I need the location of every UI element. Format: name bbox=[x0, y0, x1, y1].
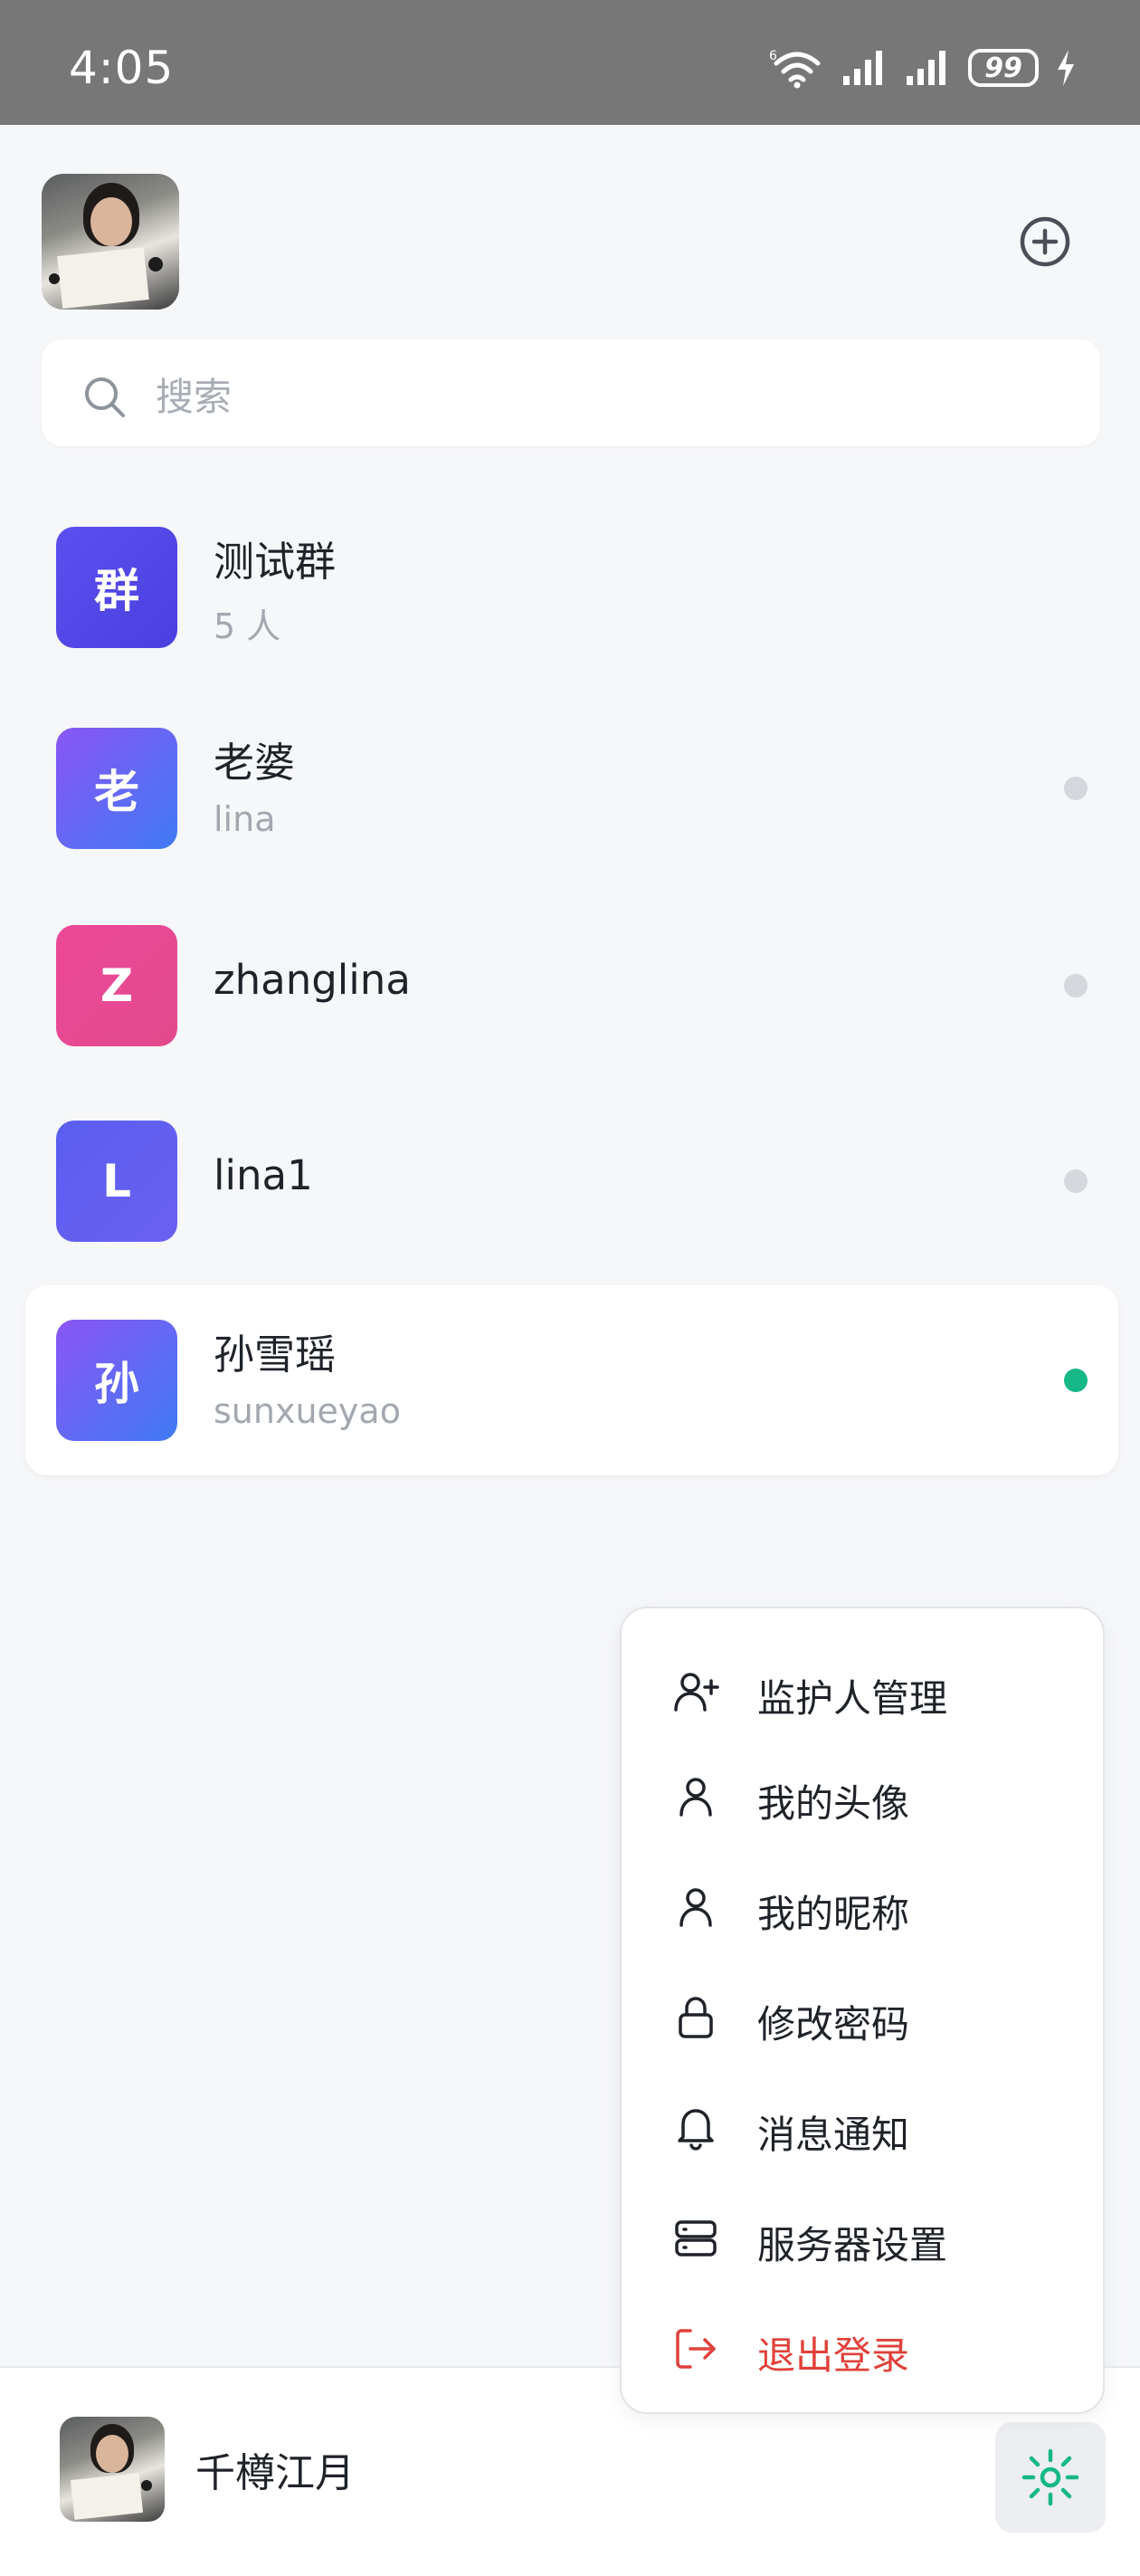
footer-avatar[interactable] bbox=[60, 2417, 165, 2522]
search-input[interactable]: 搜索 bbox=[42, 339, 1100, 446]
contact-item-zhanglina[interactable]: Z zhanglina bbox=[25, 891, 1118, 1081]
contact-item-lina1[interactable]: L lina1 bbox=[25, 1086, 1118, 1276]
menu-item-label: 退出登录 bbox=[757, 2333, 910, 2378]
contact-avatar: 老 bbox=[56, 728, 177, 849]
lock-icon bbox=[679, 1997, 713, 2038]
gear-icon bbox=[1021, 2448, 1079, 2506]
contact-avatar: L bbox=[56, 1121, 177, 1242]
status-time: 4:05 bbox=[69, 42, 175, 94]
menu-item-label: 监护人管理 bbox=[757, 1676, 948, 1721]
footer-username: 千樽江月 bbox=[195, 2450, 355, 2496]
contact-name: 测试群 bbox=[214, 538, 337, 586]
signal-icon-2 bbox=[907, 51, 945, 85]
profile-avatar[interactable] bbox=[42, 174, 179, 310]
wifi-icon: 6 bbox=[769, 49, 821, 89]
status-dot-online bbox=[1064, 1369, 1088, 1392]
contact-item-test-group[interactable]: 群 测试群 5 人 bbox=[25, 492, 1118, 682]
settings-menu: 监护人管理 我的头像 我的昵称 修改密码 消息通知 服务器设置 退出登录 bbox=[620, 1607, 1105, 2414]
contact-item-sunxueyao[interactable]: 孙 孙雪瑶 sunxueyao bbox=[25, 1285, 1118, 1475]
contact-subtitle: lina bbox=[214, 799, 276, 839]
bell-icon bbox=[678, 2109, 714, 2151]
status-dot-offline bbox=[1064, 1169, 1088, 1193]
search-placeholder: 搜索 bbox=[156, 375, 233, 419]
contact-avatar: Z bbox=[56, 925, 177, 1046]
battery-indicator: 99 bbox=[968, 49, 1039, 87]
contact-item-wife[interactable]: 老 老婆 lina bbox=[25, 693, 1118, 883]
signal-icon-1 bbox=[843, 51, 882, 85]
charging-icon bbox=[1058, 50, 1074, 86]
search-icon bbox=[85, 377, 125, 417]
user-icon bbox=[679, 1778, 712, 1817]
menu-item-label: 修改密码 bbox=[757, 2002, 910, 2046]
contact-name: 老婆 bbox=[214, 739, 296, 787]
user-icon bbox=[679, 1888, 712, 1927]
menu-item-notifications[interactable]: 消息通知 bbox=[622, 2077, 1103, 2177]
contact-name: 孙雪瑶 bbox=[214, 1331, 337, 1379]
status-dot-offline bbox=[1064, 777, 1088, 800]
settings-button[interactable] bbox=[995, 2422, 1106, 2533]
menu-item-guardian-management[interactable]: 监护人管理 bbox=[622, 1641, 1103, 1741]
menu-item-label: 我的头像 bbox=[757, 1781, 910, 1826]
menu-item-my-avatar[interactable]: 我的头像 bbox=[622, 1746, 1103, 1846]
status-dot-offline bbox=[1064, 974, 1088, 997]
server-icon bbox=[675, 2220, 717, 2256]
contact-avatar: 群 bbox=[56, 527, 177, 648]
contact-name: zhanglina bbox=[214, 956, 411, 1004]
status-bar: 4:05 6 99 bbox=[0, 0, 1140, 125]
contact-subtitle: sunxueyao bbox=[214, 1391, 401, 1431]
user-plus-icon bbox=[674, 1673, 719, 1712]
menu-item-label: 服务器设置 bbox=[757, 2223, 948, 2267]
menu-item-label: 我的昵称 bbox=[757, 1892, 910, 1936]
status-icons: 6 99 bbox=[769, 45, 1077, 91]
menu-item-change-password[interactable]: 修改密码 bbox=[622, 1967, 1103, 2066]
logout-icon bbox=[676, 2329, 716, 2369]
add-button[interactable] bbox=[1017, 214, 1073, 270]
battery-level: 99 bbox=[984, 52, 1022, 84]
contact-avatar: 孙 bbox=[56, 1320, 177, 1441]
menu-item-logout[interactable]: 退出登录 bbox=[622, 2298, 1103, 2398]
contact-name: lina1 bbox=[214, 1151, 313, 1199]
menu-item-my-nickname[interactable]: 我的昵称 bbox=[622, 1856, 1103, 1956]
menu-item-label: 消息通知 bbox=[757, 2113, 910, 2157]
menu-item-server-settings[interactable]: 服务器设置 bbox=[622, 2188, 1103, 2287]
contact-subtitle: 5 人 bbox=[214, 606, 281, 646]
